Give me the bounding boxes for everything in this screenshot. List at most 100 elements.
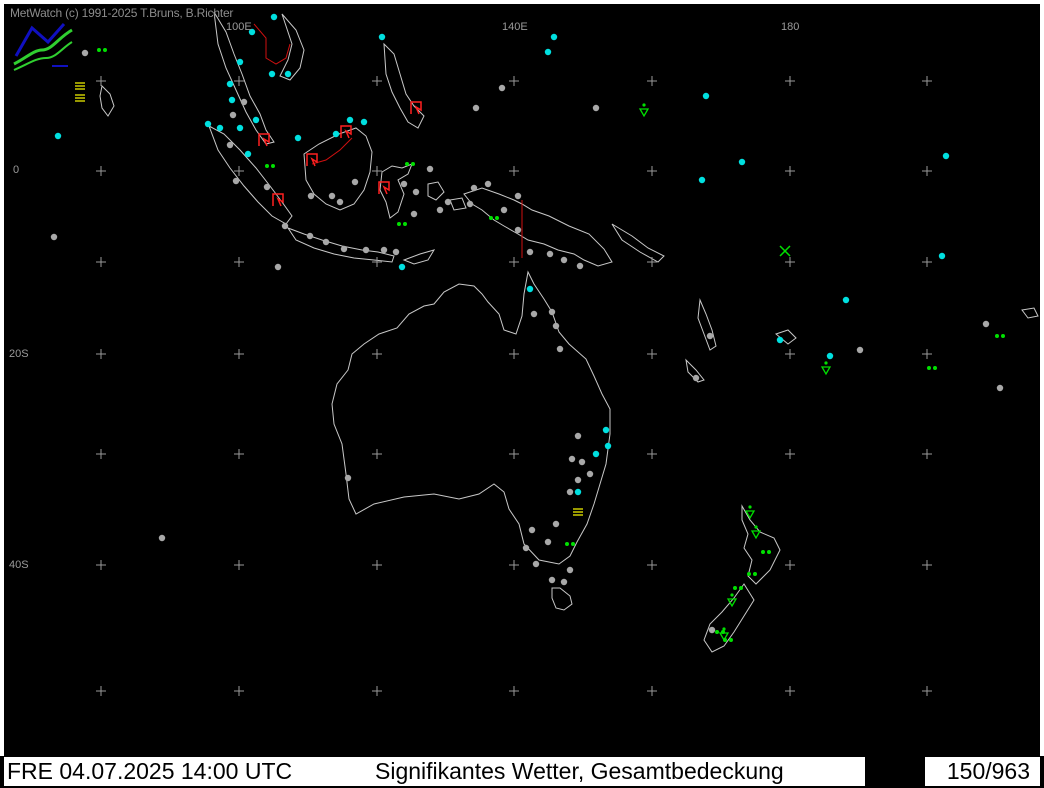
grid-cross-icon [647,166,657,176]
grid-cross-icon [647,349,657,359]
gray-station-dot [274,263,282,271]
gray-station-dot [472,104,480,112]
gray-station-dot [522,544,530,552]
gray-station-dot [560,578,568,586]
cyan-station-dot [346,116,354,124]
gray-station-dot [81,49,89,57]
drizzle-icon [97,48,107,52]
gray-station-dot [982,320,990,328]
thunderstorm-icon [340,125,352,139]
grid-cross-icon [372,560,382,570]
gray-station-dot [532,560,540,568]
drizzle-icon [761,550,771,554]
grid-cross-icon [509,257,519,267]
grid-cross-icon [922,349,932,359]
gray-station-dot [546,250,554,258]
gray-station-dot [544,538,552,546]
fog-icon [573,508,583,516]
gray-station-dot [281,222,289,230]
cyan-station-dot [776,336,784,344]
drizzle-icon [265,164,275,168]
gray-station-dot [226,141,234,149]
cyan-station-dot [550,33,558,41]
grid-cross-icon [372,449,382,459]
gray-station-dot [50,233,58,241]
gray-station-dot [444,198,452,206]
gray-station-dot [158,534,166,542]
cyan-station-dot [826,352,834,360]
coastline-nz-south [703,583,755,653]
gray-station-dot [560,256,568,264]
grid-cross-icon [372,686,382,696]
gray-station-dot [470,184,478,192]
gray-station-dot [240,98,248,106]
coastline-vietnam [279,13,305,81]
cyan-station-dot [938,252,946,260]
coastline-australia [331,270,611,565]
drizzle-icon [405,162,415,166]
cyan-station-dot [942,152,950,160]
gray-station-dot [466,200,474,208]
coastline-philippines [383,42,425,129]
lat-label-20s: 20S [9,348,29,360]
gray-station-dot [708,626,716,634]
coastline-sulawesi [379,163,413,219]
fog-icon [75,82,85,90]
grid-cross-icon [922,560,932,570]
weather-map[interactable]: MetWatch (c) 1991-2025 T.Bruns, B.Richte… [4,4,1040,756]
datetime-field: FRE 04.07.2025 14:00 UTC [4,757,364,786]
cyan-station-dot [544,48,552,56]
grid-cross-icon [785,166,795,176]
cyan-station-dot [526,285,534,293]
cyan-station-dot [738,158,746,166]
page-counter[interactable]: 150/963 [925,757,1040,786]
coastline-sumatra [208,124,293,225]
cyan-station-dot [284,70,292,78]
gray-station-dot [552,322,560,330]
grid-cross-icon [922,166,932,176]
grid-cross-icon [785,686,795,696]
grid-cross-icon [647,76,657,86]
map-canvas [50,11,1039,696]
grid-cross-icon [922,449,932,459]
thunderstorm-icon [272,193,284,207]
gray-station-dot [530,310,538,318]
gray-station-dot [566,488,574,496]
coastline-borneo [303,127,373,211]
grid-cross-icon [509,166,519,176]
gray-station-dot [548,576,556,584]
gray-station-dot [856,346,864,354]
grid-cross-icon [785,349,795,359]
drizzle-icon [397,222,407,226]
lon-label-100e: 100E [226,21,252,33]
cyan-station-dot [54,132,62,140]
gray-station-dot [351,178,359,186]
grid-cross-icon [922,257,932,267]
gray-station-dot [336,198,344,206]
cyan-station-dot [604,442,612,450]
cyan-station-dot [842,296,850,304]
gray-station-dot [410,210,418,218]
grid-cross-icon [922,686,932,696]
drizzle-icon [927,366,937,370]
grid-cross-icon [509,449,519,459]
status-bar: FRE 04.07.2025 14:00 UTC Signifikantes W… [0,756,1044,788]
gray-station-dot [528,526,536,534]
lat-label-0: 0 [13,164,20,176]
metwatch-logo-icon[interactable] [12,20,74,76]
cyan-station-dot [592,450,600,458]
cyan-station-dot [360,118,368,126]
gray-station-dot [426,165,434,173]
gray-station-dot [556,345,564,353]
gray-station-dot [484,180,492,188]
coastline-samoa [1021,307,1039,319]
cyan-station-dot [216,124,224,132]
cyan-station-dot [574,488,582,496]
gray-station-dot [706,332,714,340]
gray-station-dot [392,248,400,256]
copyright-credit: MetWatch (c) 1991-2025 T.Bruns, B.Richte… [10,6,234,20]
gray-station-dot [412,188,420,196]
grid-cross-icon [234,257,244,267]
gray-station-dot [548,308,556,316]
gray-station-dot [232,177,240,185]
